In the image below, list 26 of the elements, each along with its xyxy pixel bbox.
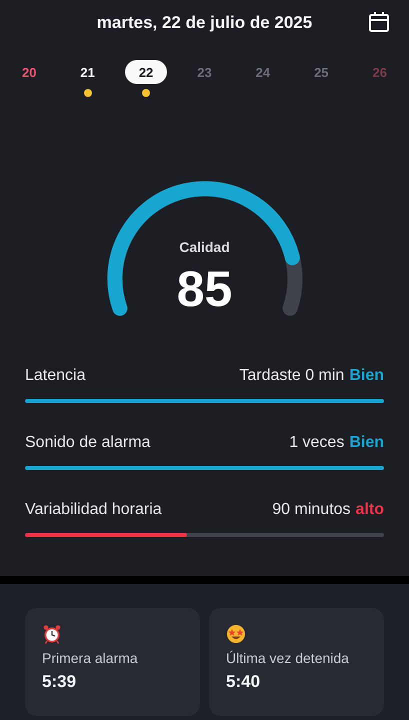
gauge-label: Calidad [179,239,230,255]
metric-reading: Tardaste 0 min [239,367,344,385]
card-label: Última vez detenida [226,650,350,666]
metric-label: Latencia [25,367,86,385]
metric-reading: 1 veces [289,434,344,452]
day-button[interactable]: 21 [66,60,109,84]
metric-label: Variabilidad horaria [25,501,162,519]
card-time: 5:39 [42,672,78,692]
metric-rating: Bien [349,434,384,452]
metric-rating: alto [356,501,384,519]
day-button[interactable]: 25 [300,60,342,84]
date-title: martes, 22 de julio de 2025 [96,13,312,33]
day-button[interactable]: 23 [183,60,226,84]
alarm-clock-icon [42,624,62,644]
metric-rating: Bien [349,367,384,385]
day-button[interactable]: 22 [125,60,168,84]
day-button[interactable]: 20 [8,60,50,84]
metric-reading: 90 minutos [272,501,351,519]
day-button[interactable]: 24 [242,60,284,84]
calendar-icon[interactable] [368,11,390,33]
metric-label: Sonido de alarma [25,434,150,452]
star-eyes-face-icon [226,624,246,644]
card-time: 5:40 [226,672,262,692]
day-button[interactable]: 26 [358,60,401,84]
card-label: Primera alarma [42,650,139,666]
quality-score: 85 [176,261,232,317]
